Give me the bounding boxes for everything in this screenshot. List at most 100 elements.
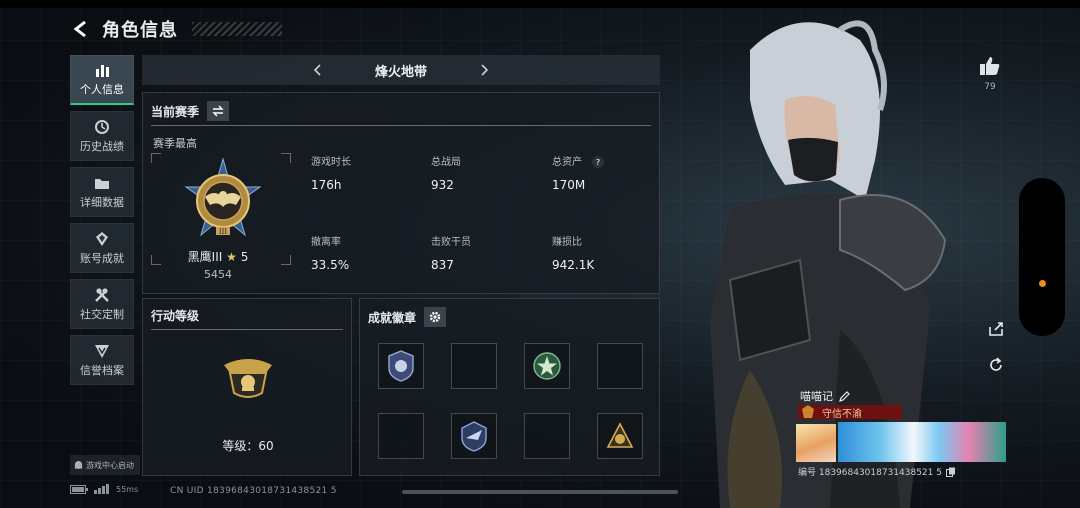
stat-label: 赚损比 xyxy=(552,237,582,248)
svg-text:III: III xyxy=(219,228,228,236)
player-title: 守信不渝 xyxy=(822,408,862,420)
stat-profit-loss-ratio: 赚损比 942.1K xyxy=(552,233,594,272)
action-level-panel: 行动等级 等级：60 xyxy=(142,298,352,476)
badge-slot[interactable] xyxy=(451,343,497,389)
stat-value: 33.5% xyxy=(311,258,350,272)
tools-icon xyxy=(93,287,111,303)
panel-header: 成就徽章 xyxy=(368,307,447,327)
achievement-icon xyxy=(93,231,111,247)
battery-icon xyxy=(70,484,88,494)
switch-season-button[interactable] xyxy=(207,101,230,121)
player-name: 喵喵记 xyxy=(800,390,833,403)
sidebar-item-label: 账号成就 xyxy=(80,251,124,265)
chevron-right-icon[interactable] xyxy=(477,63,491,77)
badge-slot[interactable] xyxy=(378,413,424,459)
like-button[interactable]: 79 xyxy=(976,56,1004,92)
stat-value: 942.1K xyxy=(552,258,595,272)
level-value: 等级：60 xyxy=(222,439,274,453)
player-id: 编号 18396843018731438521 5 xyxy=(798,468,942,478)
stat-extraction-rate: 撤离率 33.5% xyxy=(311,233,349,272)
sidebar: 个人信息 历史战绩 详细数据 账号成就 社交定制 信誉档案 xyxy=(70,55,134,391)
stat-value: 837 xyxy=(431,258,454,272)
badge-slot[interactable] xyxy=(524,413,570,459)
header-divider xyxy=(151,125,651,126)
edit-pencil-icon[interactable] xyxy=(839,390,850,402)
stat-value: 932 xyxy=(431,178,454,192)
black-eagle-rank-icon: III xyxy=(184,157,262,237)
sidebar-item-history[interactable]: 历史战绩 xyxy=(70,111,134,161)
thumbs-up-icon xyxy=(980,57,1000,75)
stat-label: 游戏时长 xyxy=(311,157,351,168)
share-button[interactable] xyxy=(985,318,1007,340)
sidebar-item-label: 社交定制 xyxy=(80,307,124,321)
sidebar-item-social[interactable]: 社交定制 xyxy=(70,279,134,329)
history-icon xyxy=(93,119,111,135)
current-season-panel: 当前赛季 赛季最高 III 黑鹰III ★ 5 5454 游戏时长 176h 总… xyxy=(142,92,660,294)
swap-icon xyxy=(212,105,224,117)
rank-score: 5454 xyxy=(204,268,232,281)
player-card-banner xyxy=(838,422,1006,462)
game-center-button[interactable]: 游戏中心启动 xyxy=(70,455,140,475)
player-id-row: 编号 18396843018731438521 5 xyxy=(798,465,956,478)
stat-label: 总战局 xyxy=(431,157,461,168)
badge-settings-button[interactable] xyxy=(424,307,447,327)
stat-total-assets: 总资产? 170M xyxy=(552,153,604,192)
stat-play-time: 游戏时长 176h xyxy=(311,153,351,192)
stat-value: 176h xyxy=(311,178,342,192)
player-uid: CN UID 18396843018731438521 5 xyxy=(170,486,337,496)
notification-dot xyxy=(1039,280,1046,287)
panel-title: 成就徽章 xyxy=(368,310,417,325)
title-emblem-icon xyxy=(802,405,814,418)
folder-icon xyxy=(93,175,111,191)
shield-icon xyxy=(93,343,111,359)
stat-label: 撤离率 xyxy=(311,237,341,248)
game-center-label: 游戏中心启动 xyxy=(86,460,134,470)
share-icon xyxy=(989,322,1003,336)
chevron-left-icon[interactable] xyxy=(311,63,325,77)
rotate-button[interactable] xyxy=(985,354,1007,376)
back-arrow-icon[interactable] xyxy=(70,18,92,40)
help-icon[interactable]: ? xyxy=(592,156,604,168)
player-name-row: 喵喵记 xyxy=(800,388,850,404)
season-best-label: 赛季最高 xyxy=(153,137,197,150)
badge-slot[interactable] xyxy=(524,343,570,389)
copy-icon[interactable] xyxy=(945,467,956,477)
frame-corner xyxy=(281,153,291,163)
star-icon: ★ xyxy=(226,250,237,264)
stat-operators-killed: 击败干员 837 xyxy=(431,233,471,272)
player-avatar[interactable] xyxy=(796,424,836,462)
police-badge-icon xyxy=(388,350,414,382)
floating-side-panel[interactable] xyxy=(1019,178,1065,336)
panel-header: 当前赛季 xyxy=(151,101,230,121)
network-latency: 55ms xyxy=(116,484,139,494)
rank-label: 黑鹰III ★ 5 xyxy=(143,248,293,265)
badge-slot[interactable] xyxy=(378,343,424,389)
gear-icon xyxy=(429,311,441,323)
header-hatch-decoration xyxy=(192,22,282,36)
stat-label: 击败干员 xyxy=(431,237,471,248)
sidebar-item-label: 个人信息 xyxy=(80,83,124,96)
achievement-badges-panel: 成就徽章 xyxy=(359,298,660,476)
panel-title: 当前赛季 xyxy=(151,104,200,119)
sidebar-item-achievements[interactable]: 账号成就 xyxy=(70,223,134,273)
badge-slot[interactable] xyxy=(451,413,497,459)
stat-value: 170M xyxy=(552,178,586,192)
level-emblem-icon xyxy=(224,359,272,398)
rotate-icon xyxy=(990,357,1002,371)
sidebar-item-detailed-data[interactable]: 详细数据 xyxy=(70,167,134,217)
badge-slot[interactable] xyxy=(597,413,643,459)
sidebar-item-label: 历史战绩 xyxy=(80,139,124,153)
sidebar-item-label: 信誉档案 xyxy=(80,363,124,377)
stat-total-matches: 总战局 932 xyxy=(431,153,461,192)
sidebar-item-credit[interactable]: 信誉档案 xyxy=(70,335,134,385)
rank-name: 黑鹰III xyxy=(187,250,223,264)
badge-slot[interactable] xyxy=(597,343,643,389)
top-strip xyxy=(0,0,1080,8)
device-status-bar: 55ms xyxy=(70,484,138,494)
stat-label: 总资产? xyxy=(552,153,604,168)
frame-corner xyxy=(151,153,161,163)
season-name: 烽火地带 xyxy=(374,64,427,80)
signal-icon xyxy=(94,484,109,494)
horizontal-scrollbar[interactable] xyxy=(402,490,678,494)
sidebar-item-personal-info[interactable]: 个人信息 xyxy=(70,55,134,105)
